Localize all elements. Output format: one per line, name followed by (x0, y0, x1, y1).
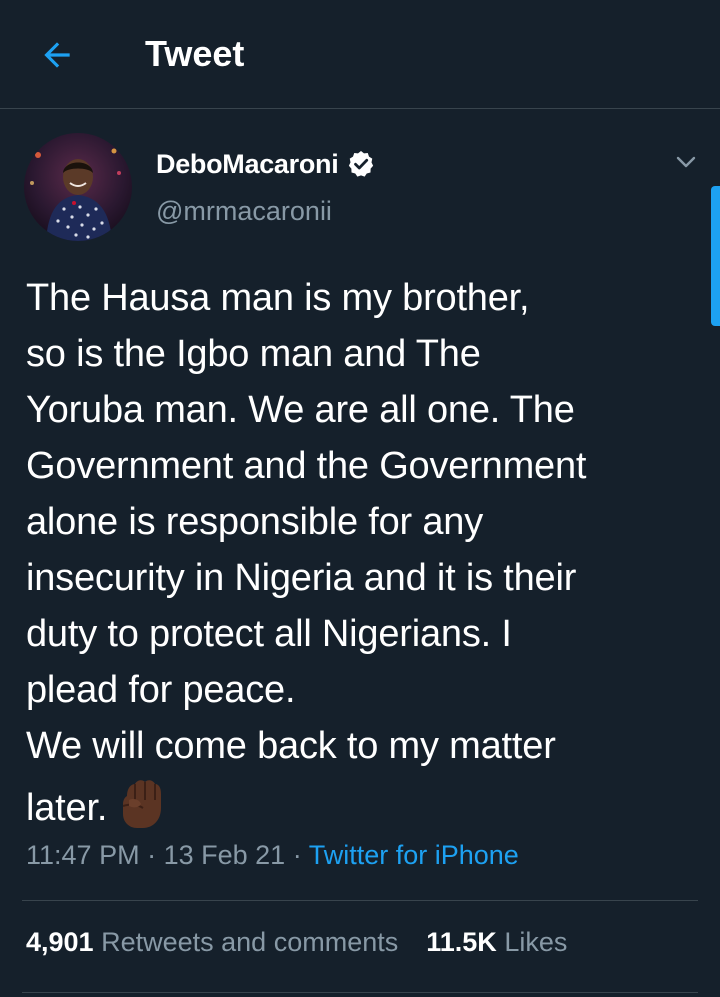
separator-dot: · (147, 840, 157, 870)
tweet-text: The Hausa man is my brother, so is the I… (26, 270, 696, 836)
page-title: Tweet (145, 33, 245, 74)
likes-stat[interactable]: 11.5K Likes (426, 927, 567, 957)
divider (22, 900, 698, 901)
tweet-source-link[interactable]: Twitter for iPhone (309, 840, 519, 870)
raised-fist-icon (122, 780, 162, 828)
tweet-body: The Hausa man is my brother, so is the I… (26, 277, 587, 829)
author-name-row[interactable]: DeboMacaroni (156, 144, 376, 184)
divider (22, 992, 698, 993)
retweets-label: Retweets and comments (101, 927, 399, 957)
engagement-stats: 4,901 Retweets and comments 11.5K Likes (26, 927, 567, 958)
tweet-metadata: 11:47 PM · 13 Feb 21 · Twitter for iPhon… (26, 840, 519, 871)
separator-dot: · (292, 840, 302, 870)
tweet-time: 11:47 PM (26, 840, 140, 870)
verified-badge-icon (349, 151, 374, 177)
display-name[interactable]: DeboMacaroni (156, 149, 339, 180)
top-app-bar: Tweet (0, 0, 720, 109)
likes-label: Likes (504, 927, 568, 957)
retweets-stat[interactable]: 4,901 Retweets and comments (26, 927, 398, 957)
scroll-indicator[interactable] (711, 186, 720, 326)
author-handle[interactable]: @mrmacaronii (156, 196, 332, 227)
retweets-count: 4,901 (26, 927, 94, 957)
avatar[interactable] (24, 133, 132, 241)
likes-count: 11.5K (426, 927, 497, 957)
arrow-left-icon[interactable] (38, 36, 76, 74)
chevron-down-icon[interactable] (672, 150, 700, 174)
tweet-date: 13 Feb 21 (163, 840, 286, 870)
